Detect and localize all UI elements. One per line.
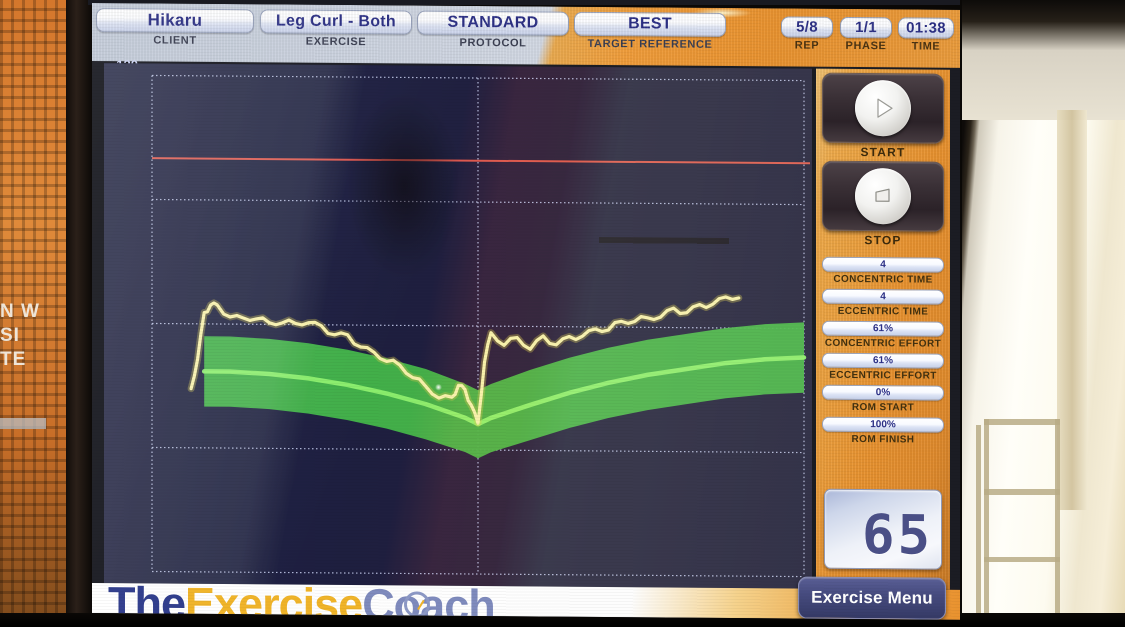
background-shelf	[962, 407, 1125, 627]
exercise-menu-button[interactable]: Exercise Menu	[798, 576, 946, 620]
play-icon-glyph	[877, 98, 893, 118]
status-header: Hikaru CLIENT Leg Curl - Both EXERCISE S…	[92, 3, 960, 68]
exercise-value[interactable]: Leg Curl - Both	[260, 9, 412, 35]
stop-icon	[855, 167, 911, 225]
target-reference-label: TARGET REFERENCE	[587, 37, 713, 51]
rom-finish-value: 100%	[822, 416, 944, 433]
eccentric-time-label: ECCENTRIC TIME	[837, 305, 929, 318]
monitor-left-bezel	[66, 0, 92, 627]
eccentric-effort-value: 61%	[822, 352, 944, 369]
time-label: TIME	[911, 40, 941, 53]
header-field-client[interactable]: Hikaru CLIENT	[96, 8, 254, 47]
header-field-exercise[interactable]: Leg Curl - Both EXERCISE	[260, 9, 412, 48]
screen-reflection-highlight	[435, 383, 442, 391]
background-room-right	[962, 0, 1125, 627]
eccentric-time-value: 4	[822, 288, 944, 305]
play-icon	[855, 79, 911, 137]
background-sign-text: N W SI TE	[0, 301, 40, 370]
screen-reflection-person	[319, 64, 489, 367]
protocol-value[interactable]: STANDARD	[417, 10, 569, 36]
header-field-target-reference[interactable]: BEST TARGET REFERENCE	[574, 11, 726, 51]
header-counter-time: 01:38 TIME	[898, 17, 954, 53]
protocol-label: PROTOCOL	[459, 36, 527, 50]
rep-label: REP	[794, 39, 820, 52]
force-curve-plot	[104, 63, 812, 589]
phase-label: PHASE	[845, 39, 887, 53]
background-sign-bar	[0, 418, 46, 429]
speedometer-icon	[404, 591, 430, 618]
client-value[interactable]: Hikaru	[96, 8, 254, 34]
control-rail: START STOP 4 CONCENTRIC TIME 4 ECCENTRIC…	[816, 68, 950, 590]
header-counter-rep: 5/8 REP	[781, 16, 833, 52]
phase-value: 1/1	[840, 16, 892, 39]
screen-reflection-rack	[599, 236, 729, 334]
stop-button[interactable]	[822, 160, 944, 232]
concentric-time-value: 4	[822, 256, 944, 273]
stop-icon-glyph	[875, 188, 890, 202]
rom-finish-label: ROM FINISH	[851, 433, 915, 446]
weight-readout-display: 65	[824, 488, 942, 570]
background-ceiling	[962, 0, 1125, 120]
rom-start-label: ROM START	[851, 401, 915, 414]
eccentric-effort-label: ECCENTRIC EFFORT	[829, 369, 937, 382]
client-label: CLIENT	[153, 34, 197, 47]
exercise-label: EXERCISE	[305, 35, 367, 49]
time-value: 01:38	[898, 17, 954, 39]
exercise-machine-screen: Hikaru CLIENT Leg Curl - Both EXERCISE S…	[92, 3, 960, 620]
concentric-effort-label: CONCENTRIC EFFORT	[824, 337, 942, 350]
weight-readout-value: 65	[861, 503, 933, 567]
rep-value: 5/8	[781, 16, 833, 38]
stop-button-label: STOP	[864, 233, 902, 248]
start-button[interactable]	[822, 72, 944, 144]
concentric-time-label: CONCENTRIC TIME	[833, 273, 933, 286]
concentric-effort-value: 61%	[822, 320, 944, 337]
start-button-label: START	[860, 145, 906, 160]
target-reference-value[interactable]: BEST	[574, 11, 726, 37]
header-field-protocol[interactable]: STANDARD PROTOCOL	[417, 10, 569, 50]
header-counter-phase: 1/1 PHASE	[840, 16, 892, 53]
rom-start-value: 0%	[822, 384, 944, 401]
